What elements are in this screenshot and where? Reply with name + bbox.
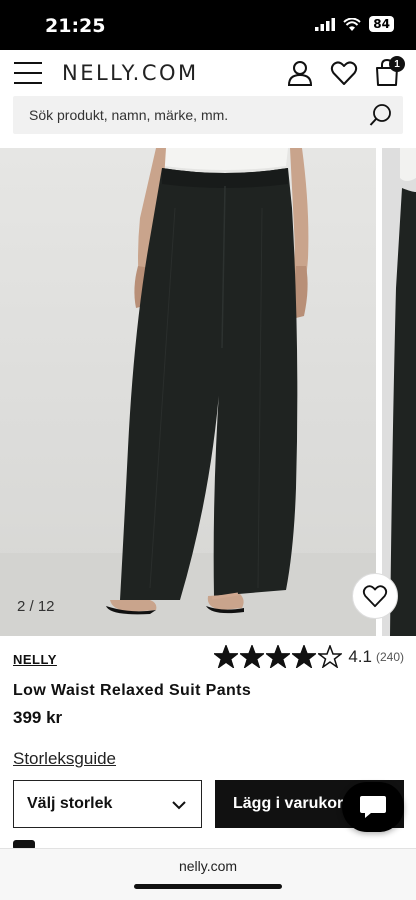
hamburger-icon[interactable] [14,62,42,84]
home-indicator [134,884,282,889]
status-bar: 21:25 84 [0,0,416,50]
product-price: 399 kr [13,708,63,727]
product-gallery[interactable]: 2 / 12 [0,148,416,636]
product-brand-link[interactable]: NELLY [13,652,57,667]
chevron-down-icon [172,801,186,810]
product-title: Low Waist Relaxed Suit Pants [13,682,252,699]
status-icons: 84 [315,16,394,32]
star-icon [266,645,291,668]
rating-count: (240) [375,649,404,664]
add-to-cart-label: Lägg i varukorg [233,795,354,812]
image-counter: 2 / 12 [17,598,55,615]
cart-button[interactable]: 1 [374,56,405,87]
search-icon[interactable] [369,103,393,127]
chat-button[interactable] [342,782,404,832]
search-bar [13,96,403,134]
wifi-icon [343,17,361,31]
wishlist-button[interactable] [352,573,398,619]
product-image[interactable]: 2 / 12 [0,148,376,636]
chat-icon [360,796,386,818]
site-logo[interactable]: NELLY.COM [62,61,199,85]
search-input[interactable] [13,96,353,134]
rating-stars [214,645,343,668]
cart-count-badge: 1 [389,56,405,72]
size-guide-link[interactable]: Storleksguide [13,749,116,769]
site-header: NELLY.COM 1 [0,50,416,96]
battery-indicator: 84 [369,16,394,32]
size-select-label: Välj storlek [27,795,113,812]
rating-value: 4.1 [348,646,372,666]
next-product-image-peek[interactable] [382,148,416,636]
star-icon [292,645,317,668]
product-rating[interactable]: 4.1 (240) [214,645,404,668]
user-icon[interactable] [286,59,314,87]
product-photo [0,148,376,636]
url-text: nelly.com [178,858,238,874]
size-select[interactable]: Välj storlek [13,780,202,828]
browser-url-bar[interactable]: nelly.com [0,848,416,900]
star-icon [318,645,343,668]
heart-icon [362,585,388,608]
star-icon [240,645,265,668]
status-time: 21:25 [45,15,106,37]
heart-icon[interactable] [330,59,358,87]
star-icon [214,645,239,668]
signal-icon [315,17,336,31]
next-product-photo [390,148,416,636]
